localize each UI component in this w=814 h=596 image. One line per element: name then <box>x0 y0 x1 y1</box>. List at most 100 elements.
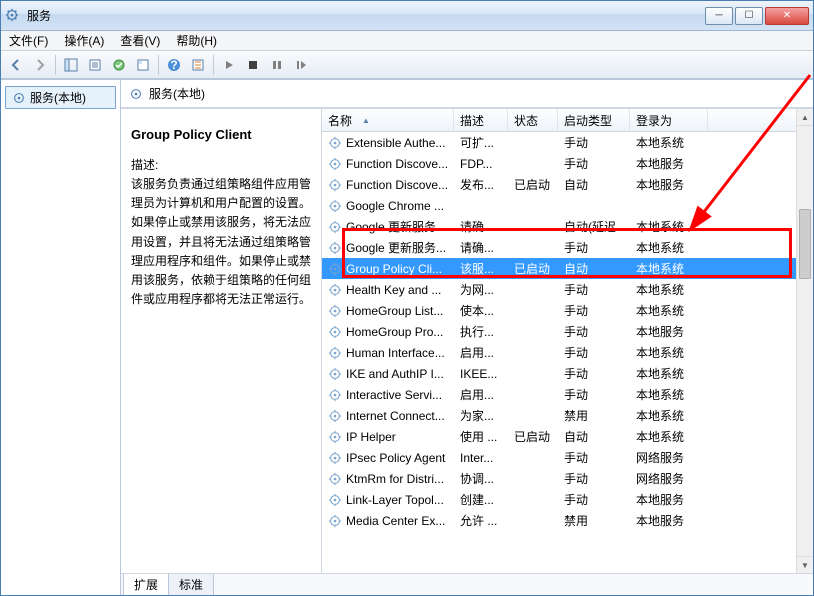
service-icon <box>328 241 342 255</box>
service-icon <box>328 157 342 171</box>
service-logon: 本地系统 <box>630 344 708 361</box>
service-desc: 使本... <box>454 302 508 319</box>
service-icon <box>328 178 342 192</box>
service-row[interactable]: Link-Layer Topol...创建...手动本地服务 <box>322 489 813 510</box>
service-row[interactable]: HomeGroup Pro... 执行... 手动本地服务 <box>322 321 813 342</box>
main-body: Group Policy Client 描述: 该服务负责通过组策略组件应用管理… <box>121 108 813 573</box>
service-startup: 手动 <box>558 470 630 487</box>
service-row[interactable]: IP Helper使用 ...已启动自动本地系统 <box>322 426 813 447</box>
service-row[interactable]: Extensible Authe...可扩...手动本地系统 <box>322 132 813 153</box>
tab-standard[interactable]: 标准 <box>168 574 214 595</box>
service-status: 已启动 <box>508 428 558 445</box>
column-name[interactable]: 名称▲ <box>322 109 454 131</box>
service-desc: 请确... <box>454 218 508 235</box>
action-button[interactable] <box>187 54 209 76</box>
list-body[interactable]: Extensible Authe...可扩...手动本地系统Function D… <box>322 132 813 573</box>
scroll-up-button[interactable]: ▲ <box>797 109 813 126</box>
service-icon <box>328 262 342 276</box>
service-row[interactable]: IPsec Policy AgentInter...手动网络服务 <box>322 447 813 468</box>
service-row[interactable]: Health Key and ...为网...手动本地系统 <box>322 279 813 300</box>
service-row[interactable]: KtmRm for Distri...协调...手动网络服务 <box>322 468 813 489</box>
tree-pane: 服务(本地) <box>1 80 121 595</box>
service-name: IPsec Policy Agent <box>346 451 445 465</box>
menu-help[interactable]: 帮助(H) <box>172 30 221 51</box>
service-startup: 禁用 <box>558 407 630 424</box>
service-logon: 本地系统 <box>630 407 708 424</box>
svg-text:?: ? <box>170 58 177 72</box>
scroll-down-button[interactable]: ▼ <box>797 556 813 573</box>
start-service-button[interactable] <box>218 54 240 76</box>
service-row[interactable]: Google 更新服务...请确...手动本地系统 <box>322 237 813 258</box>
menu-file[interactable]: 文件(F) <box>5 30 52 51</box>
close-button[interactable]: ✕ <box>765 7 809 25</box>
help-button[interactable]: ? <box>163 54 185 76</box>
back-button[interactable] <box>5 54 27 76</box>
service-row[interactable]: Function Discove...发布...已启动自动本地服务 <box>322 174 813 195</box>
scroll-thumb[interactable] <box>799 209 811 279</box>
sort-asc-icon: ▲ <box>362 116 370 125</box>
service-startup: 手动 <box>558 239 630 256</box>
service-logon: 本地服务 <box>630 323 708 340</box>
detail-pane: Group Policy Client 描述: 该服务负责通过组策略组件应用管理… <box>121 109 321 573</box>
tree-root-item[interactable]: 服务(本地) <box>5 86 116 109</box>
service-row[interactable]: Media Center Ex...允许 ...禁用本地服务 <box>322 510 813 531</box>
service-logon: 本地系统 <box>630 281 708 298</box>
service-logon: 本地系统 <box>630 218 708 235</box>
menu-action[interactable]: 操作(A) <box>60 30 108 51</box>
service-startup: 手动 <box>558 386 630 403</box>
services-window: 服务 ─ ☐ ✕ 文件(F) 操作(A) 查看(V) 帮助(H) ? <box>0 0 814 596</box>
refresh-button[interactable] <box>132 54 154 76</box>
service-row[interactable]: Internet Connect...为家...禁用本地系统 <box>322 405 813 426</box>
service-row[interactable]: Google Chrome ... <box>322 195 813 216</box>
service-startup: 手动 <box>558 323 630 340</box>
service-name: HomeGroup Pro... <box>346 325 443 339</box>
service-row[interactable]: Group Policy Cli...该服...已启动自动本地系统 <box>322 258 813 279</box>
service-icon <box>328 472 342 486</box>
properties-button[interactable] <box>84 54 106 76</box>
service-startup: 手动 <box>558 134 630 151</box>
service-icon <box>328 346 342 360</box>
restart-service-button[interactable] <box>290 54 312 76</box>
service-startup: 手动 <box>558 344 630 361</box>
service-logon: 本地系统 <box>630 428 708 445</box>
maximize-button[interactable]: ☐ <box>735 7 763 25</box>
column-status[interactable]: 状态 <box>508 109 558 131</box>
minimize-button[interactable]: ─ <box>705 7 733 25</box>
service-desc: 启用... <box>454 386 508 403</box>
service-desc: 协调... <box>454 470 508 487</box>
service-row[interactable]: Human Interface...启用...手动本地系统 <box>322 342 813 363</box>
service-row[interactable]: Google 更新服务...请确...自动(延迟...本地系统 <box>322 216 813 237</box>
service-desc: 执行... <box>454 323 508 340</box>
service-startup: 手动 <box>558 155 630 172</box>
service-row[interactable]: IKE and AuthIP I...IKEE...手动本地系统 <box>322 363 813 384</box>
stop-service-button[interactable] <box>242 54 264 76</box>
list-header: 名称▲ 描述 状态 启动类型 登录为 <box>322 109 813 132</box>
service-name: Link-Layer Topol... <box>346 493 444 507</box>
service-startup: 手动 <box>558 449 630 466</box>
vertical-scrollbar[interactable]: ▲ ▼ <box>796 109 813 573</box>
service-row[interactable]: HomeGroup List...使本...手动本地系统 <box>322 300 813 321</box>
service-desc: 创建... <box>454 491 508 508</box>
service-row[interactable]: Interactive Servi...启用...手动本地系统 <box>322 384 813 405</box>
service-name: KtmRm for Distri... <box>346 472 444 486</box>
service-icon <box>328 283 342 297</box>
export-button[interactable] <box>108 54 130 76</box>
titlebar[interactable]: 服务 ─ ☐ ✕ <box>1 1 813 31</box>
service-icon <box>328 304 342 318</box>
menu-view[interactable]: 查看(V) <box>116 30 164 51</box>
service-desc: 请确... <box>454 239 508 256</box>
service-name: Extensible Authe... <box>346 136 445 150</box>
column-startup[interactable]: 启动类型 <box>558 109 630 131</box>
service-row[interactable]: Function Discove...FDP...手动本地服务 <box>322 153 813 174</box>
service-icon <box>328 220 342 234</box>
column-desc[interactable]: 描述 <box>454 109 508 131</box>
tab-extended[interactable]: 扩展 <box>123 574 169 595</box>
service-logon: 本地服务 <box>630 155 708 172</box>
show-hide-tree-button[interactable] <box>60 54 82 76</box>
forward-button[interactable] <box>29 54 51 76</box>
content-area: 服务(本地) 服务(本地) Group Policy Client 描述: 该服… <box>1 79 813 595</box>
pause-service-button[interactable] <box>266 54 288 76</box>
service-desc: Inter... <box>454 451 508 465</box>
service-desc: 可扩... <box>454 134 508 151</box>
column-logon[interactable]: 登录为 <box>630 109 708 131</box>
